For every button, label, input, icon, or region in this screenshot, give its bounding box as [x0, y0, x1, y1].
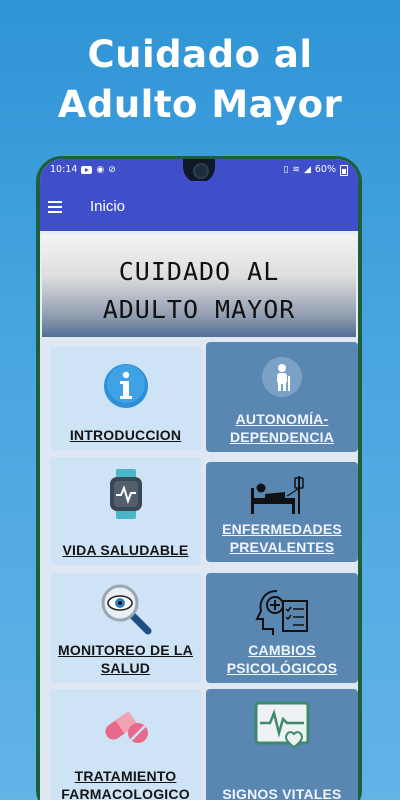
heartbeat-monitor-icon [254, 701, 310, 755]
card-monitoreo-de-la-salud[interactable]: MONITOREO DE LA SALUD [50, 573, 201, 683]
signal-icon: ◢ [303, 165, 311, 175]
menu-grid: INTRODUCCION AUTONOMÍA-DEPENDENCIA VIDA … [40, 337, 358, 800]
elderly-person-icon [261, 356, 303, 402]
card-label: TRATAMIENTO FARMACOLOGICO [61, 768, 190, 800]
battery-icon [340, 164, 348, 176]
card-label: MONITOREO DE LA SALUD [58, 642, 193, 676]
hamburger-menu-icon[interactable] [48, 200, 62, 213]
app-bar-title: Inicio [90, 197, 126, 215]
notification-icon: ◉ [96, 165, 105, 175]
card-label: AUTONOMÍA-DEPENDENCIA [229, 411, 335, 445]
vibrate-icon: ▯ [283, 165, 289, 175]
card-introduccion[interactable]: INTRODUCCION [50, 347, 201, 450]
promo-title: Cuidado al Adulto Mayor [0, 30, 400, 130]
card-vida-saludable[interactable]: VIDA SALUDABLE [50, 457, 201, 565]
banner-line1: CUIDADO AL [118, 257, 280, 286]
status-time: 10:14 [50, 164, 78, 175]
card-label: ENFERMEDADES PREVALENTES [222, 521, 342, 555]
card-autonomia-dependencia[interactable]: AUTONOMÍA-DEPENDENCIA [206, 342, 358, 452]
promo-title-line2: Adulto Mayor [57, 83, 343, 126]
card-cambios-psicologicos[interactable]: CAMBIOS PSICOLÓGICOS [206, 573, 358, 683]
pill-icon [102, 705, 150, 751]
card-label: INTRODUCCION [69, 427, 182, 443]
card-label: VIDA SALUDABLE [62, 542, 189, 558]
hospital-bed-icon [247, 474, 317, 520]
card-enfermedades-prevalentes[interactable]: ENFERMEDADES PREVALENTES [206, 462, 358, 562]
smartwatch-icon [108, 469, 144, 523]
card-signos-vitales[interactable]: SIGNOS VITALES [206, 689, 358, 800]
banner-line2: ADULTO MAYOR [102, 295, 296, 324]
head-checklist-icon [253, 587, 311, 641]
magnifier-eye-icon [100, 583, 152, 639]
battery-percent: 60% [314, 164, 336, 175]
app-bar: Inicio [40, 181, 358, 231]
info-icon [103, 363, 149, 413]
phone-screen: 10:14 ◉ ⊘ ▯ ≋ ◢ 60% Inicio CUIDADO AL AD… [40, 159, 358, 800]
card-label: SIGNOS VITALES [222, 786, 342, 800]
card-tratamiento-farmacologico[interactable]: TRATAMIENTO FARMACOLOGICO [50, 689, 201, 800]
header-banner: CUIDADO AL ADULTO MAYOR [42, 235, 356, 337]
youtube-icon [81, 166, 93, 174]
muted-icon: ⊘ [108, 165, 116, 175]
wifi-icon: ≋ [292, 165, 300, 175]
phone-frame: 10:14 ◉ ⊘ ▯ ≋ ◢ 60% Inicio CUIDADO AL AD… [36, 156, 362, 800]
promo-title-line1: Cuidado al [87, 33, 313, 76]
card-label: CAMBIOS PSICOLÓGICOS [226, 642, 338, 676]
